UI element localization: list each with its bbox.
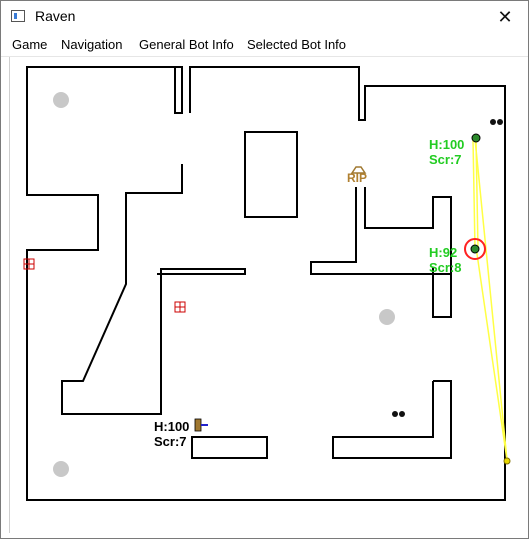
game-map[interactable]: RIP H:100 Scr:7 H:92 Scr:8 H:100 Scr:7	[10, 57, 525, 533]
bot-icon	[471, 133, 481, 143]
projectile-icon	[503, 457, 511, 465]
bot-bottom-left[interactable]: H:100 Scr:7	[154, 418, 208, 449]
window-app-icon	[11, 10, 25, 22]
raven-window: Raven ✕ Game Navigation General Bot Info…	[0, 0, 529, 539]
bot-health-label: H:100	[429, 137, 464, 152]
ammo-pickup-icon	[392, 411, 405, 417]
close-button[interactable]: ✕	[482, 1, 528, 33]
bot-top-right[interactable]: H:100 Scr:7	[429, 133, 481, 167]
spawn-point-top-left	[53, 92, 69, 108]
map-walls	[26, 66, 506, 501]
bot-health-label: H:92	[429, 245, 457, 260]
window-title: Raven	[35, 8, 76, 24]
wall-left-diagonal	[61, 164, 246, 415]
menu-bar: Game Navigation General Bot Info Selecte…	[1, 34, 528, 57]
bot-health-label: H:100	[154, 419, 189, 434]
grave-label: RIP	[347, 171, 367, 185]
bot-icon	[194, 418, 202, 432]
health-pack-icon	[174, 301, 186, 313]
aim-trajectory	[472, 138, 508, 461]
title-bar: Raven ✕	[1, 1, 528, 33]
game-canvas[interactable]: RIP H:100 Scr:7 H:92 Scr:8 H:100 Scr:7	[9, 57, 525, 533]
ammo-pickup-icon	[490, 119, 503, 125]
menu-selected-bot-info[interactable]: Selected Bot Info	[247, 37, 346, 52]
bot-score-label: Scr:7	[429, 152, 462, 167]
menu-game[interactable]: Game	[12, 37, 47, 52]
bot-selected[interactable]: H:92 Scr:8	[429, 238, 486, 275]
spawn-points	[53, 92, 395, 477]
menu-general-bot-info[interactable]: General Bot Info	[139, 37, 234, 52]
wall-pillar-center	[244, 131, 298, 218]
wall-bottom-middle	[191, 436, 268, 459]
grave-marker: RIP	[347, 166, 367, 185]
bot-score-label: Scr:7	[154, 434, 187, 449]
bot-icon	[470, 244, 480, 254]
health-pack-icon	[23, 258, 35, 270]
menu-navigation[interactable]: Navigation	[61, 37, 122, 52]
wall-bottom-right	[332, 380, 452, 459]
spawn-point-center-right	[379, 309, 395, 325]
bot-score-label: Scr:8	[429, 260, 462, 275]
spawn-point-bottom-left	[53, 461, 69, 477]
